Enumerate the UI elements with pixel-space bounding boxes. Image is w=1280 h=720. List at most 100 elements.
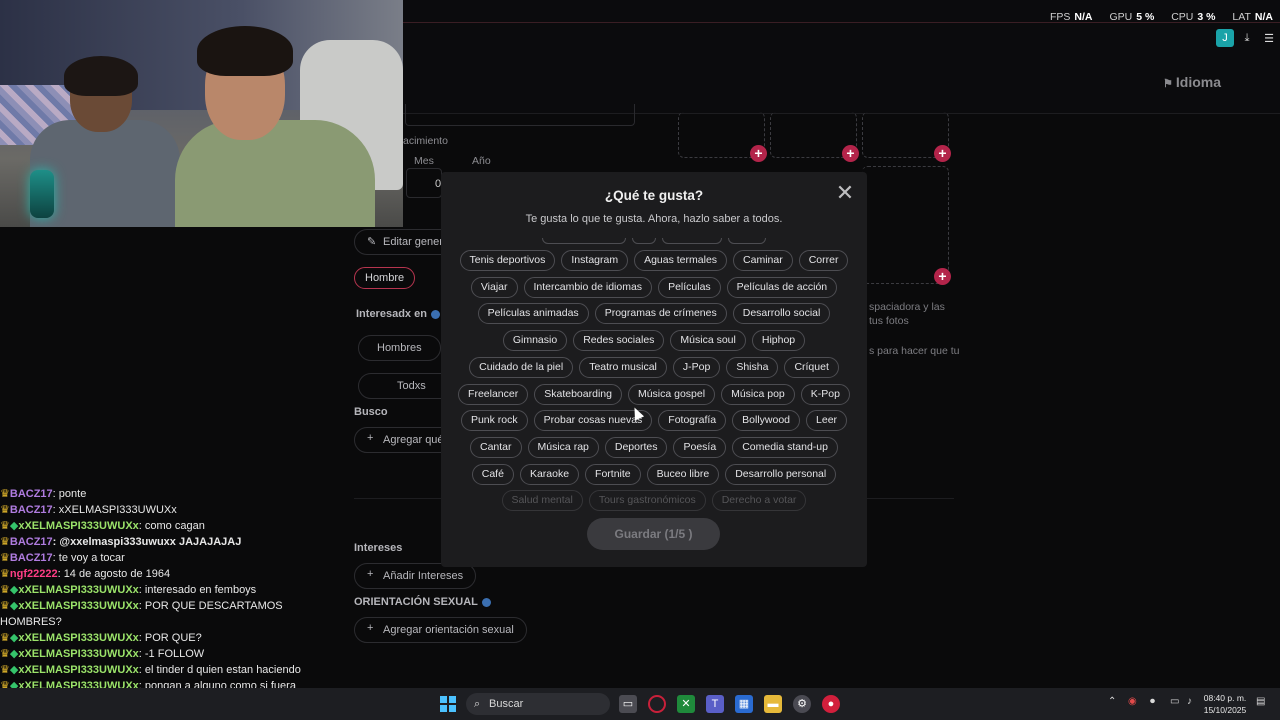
interest-tag[interactable]: Tenis deportivos <box>459 250 556 271</box>
chat-username[interactable]: xXELMASPI333UWUXx <box>18 664 138 676</box>
teams-icon[interactable]: T <box>706 695 724 713</box>
interest-tag[interactable]: Comedia stand-up <box>732 436 838 458</box>
interest-tag-clipped <box>662 238 722 244</box>
modal-subtitle: Te gusta lo que te gusta. Ahora, hazlo s… <box>525 213 783 225</box>
language-button[interactable]: ⚑ Idioma <box>1163 74 1221 90</box>
interest-tag[interactable]: Música gospel <box>627 383 716 405</box>
interest-tag[interactable]: Poesía <box>673 436 727 458</box>
file-explorer-icon[interactable]: ▬ <box>764 695 782 713</box>
interest-tag[interactable]: Críquet <box>784 356 839 378</box>
chat-username[interactable]: xXELMASPI333UWUXx <box>18 600 138 612</box>
add-photo-icon[interactable]: + <box>842 145 859 162</box>
interest-tag[interactable]: Música rap <box>527 436 599 458</box>
interest-tag-clipped <box>542 238 626 244</box>
language-icon: ⚑ <box>1163 78 1176 90</box>
interest-tag[interactable]: Skateboarding <box>534 383 622 405</box>
chat-username[interactable]: xXELMASPI333UWUXx <box>18 648 138 660</box>
interest-tag[interactable]: Freelancer <box>458 383 529 405</box>
add-photo-icon[interactable]: + <box>934 145 951 162</box>
chat-username[interactable]: xXELMASPI333UWUXx <box>18 584 138 596</box>
interest-tag[interactable]: Música pop <box>721 383 795 405</box>
network-icon[interactable]: ▭ <box>1170 696 1179 707</box>
interest-tag[interactable]: Fortnite <box>585 463 641 485</box>
interest-tag[interactable]: Hiphop <box>751 330 806 352</box>
interest-tag[interactable]: Programas de crímenes <box>594 303 727 325</box>
search-label: Buscar <box>489 698 524 710</box>
interest-tag[interactable]: Películas de acción <box>726 276 838 298</box>
interest-tag[interactable]: Desarrollo personal <box>725 463 837 485</box>
interest-tag[interactable]: Shisha <box>726 356 779 378</box>
interest-tag[interactable]: Derecho a votar <box>711 490 807 512</box>
chat-message: ♛◆xXELMASPI333UWUXx: como cagan <box>0 518 330 534</box>
photo-slot[interactable] <box>862 166 949 284</box>
microphone-icon[interactable]: ⏺ <box>1150 696 1155 707</box>
interest-tag[interactable]: Teatro musical <box>579 356 667 378</box>
chat-username[interactable]: xXELMASPI333UWUXx <box>18 520 138 532</box>
interest-tag[interactable]: Redes sociales <box>573 330 665 352</box>
photos-hint-line-3: s para hacer que tu <box>869 345 960 357</box>
chat-username[interactable]: BACZ17 <box>10 552 53 564</box>
interest-tag[interactable]: Café <box>471 463 514 485</box>
interest-tag[interactable]: Correr <box>798 250 849 271</box>
interest-tag[interactable]: Viajar <box>470 276 518 298</box>
interest-tag[interactable]: Películas animadas <box>477 303 589 325</box>
opera-gx-icon[interactable] <box>648 695 666 713</box>
volume-icon[interactable]: ♪ <box>1187 696 1192 707</box>
browser-top-icons: J ⤓ ☰ <box>1216 29 1278 47</box>
interest-tag[interactable]: J-Pop <box>672 356 721 378</box>
task-view-icon[interactable]: ▭ <box>619 695 637 713</box>
interest-tag[interactable]: Karaoke <box>519 463 580 485</box>
store-icon[interactable]: ▦ <box>735 695 753 713</box>
close-icon[interactable]: ✕ <box>835 182 855 204</box>
crown-badge-icon: ♛ <box>0 648 10 660</box>
interest-tag[interactable]: Leer <box>806 410 848 432</box>
interest-tag[interactable]: K-Pop <box>800 383 850 405</box>
clock[interactable]: 08:40 p. m. 15/10/2025 <box>1200 692 1250 716</box>
interest-tag[interactable]: Tours gastronómicos <box>588 490 706 512</box>
gender-chip[interactable]: Hombre <box>354 267 416 289</box>
interest-tag[interactable]: Intercambio de idiomas <box>523 276 653 298</box>
chat-username[interactable]: xXELMASPI333UWUXx <box>18 632 138 644</box>
recording-app-icon[interactable]: ● <box>822 695 840 713</box>
tray-app-icon[interactable]: ◉ <box>1128 696 1137 707</box>
download-icon[interactable]: ⤓ <box>1238 29 1256 47</box>
tray-chevron-up-icon[interactable]: ⌃ <box>1108 696 1116 707</box>
interest-tag[interactable]: Caminar <box>733 250 793 271</box>
interest-tag[interactable]: Salud mental <box>501 490 583 512</box>
add-photo-icon[interactable]: + <box>750 145 767 162</box>
name-field[interactable] <box>405 104 635 126</box>
chat-username[interactable]: ngf22222 <box>10 568 58 580</box>
interested-men-option[interactable]: Hombres <box>358 335 441 361</box>
interest-tag[interactable]: Cantar <box>470 436 522 458</box>
interest-tag[interactable]: Fotografía <box>658 410 727 432</box>
interest-tag[interactable]: Instagram <box>561 250 629 271</box>
interest-tag[interactable]: Gimnasio <box>502 330 568 352</box>
menu-icon[interactable]: ☰ <box>1260 29 1278 47</box>
interest-tag[interactable]: Bollywood <box>732 410 801 432</box>
chat-text: : ponte <box>52 488 87 500</box>
xbox-icon[interactable]: ✕ <box>677 695 695 713</box>
interest-tag[interactable]: Películas <box>658 276 721 298</box>
interest-tag[interactable]: Música soul <box>670 330 746 352</box>
interest-tag[interactable]: Cuidado de la piel <box>469 356 574 378</box>
interest-tag[interactable]: Buceo libre <box>646 463 720 485</box>
interest-tag[interactable]: Desarrollo social <box>732 303 831 325</box>
clock-time: 08:40 p. m. <box>1203 693 1247 703</box>
add-orientation-button[interactable]: + Agregar orientación sexual <box>354 617 527 643</box>
chat-username[interactable]: BACZ17 <box>10 488 53 500</box>
interest-tag[interactable]: Deportes <box>604 436 668 458</box>
settings-gear-icon[interactable]: ⚙ <box>793 695 811 713</box>
notifications-icon[interactable]: ▤ <box>1256 696 1265 707</box>
windows-start-icon[interactable] <box>440 696 456 712</box>
add-photo-icon[interactable]: + <box>934 268 951 285</box>
taskbar-search[interactable]: ⌕ Buscar <box>466 693 610 715</box>
interest-tag-clipped <box>632 238 656 244</box>
interest-tag[interactable]: Aguas termales <box>634 250 728 271</box>
day-field[interactable]: 0 <box>406 168 442 198</box>
chat-username[interactable]: BACZ17 <box>10 504 53 516</box>
profile-avatar[interactable]: J <box>1216 29 1234 47</box>
chat-username[interactable]: BACZ17 <box>10 536 53 548</box>
search-icon: ⌕ <box>474 698 481 710</box>
interest-tag[interactable]: Punk rock <box>460 410 528 432</box>
save-button[interactable]: Guardar (1/5 ) <box>587 518 720 550</box>
